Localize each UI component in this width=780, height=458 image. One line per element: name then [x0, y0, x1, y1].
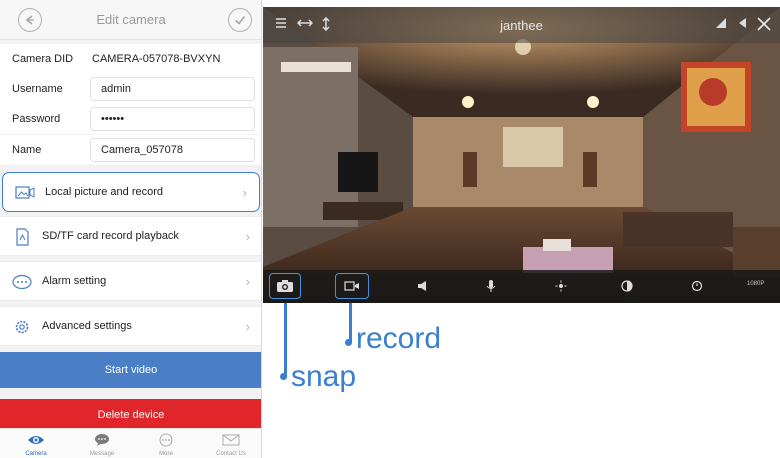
tab-contact-us[interactable]: Contact Us	[205, 433, 257, 458]
password-field[interactable]	[90, 107, 255, 131]
camera-tab-icon	[10, 433, 62, 449]
username-row: Username	[0, 74, 261, 104]
check-icon	[234, 16, 246, 25]
gear-icon	[12, 318, 32, 336]
microphone-button[interactable]	[477, 275, 505, 297]
menu-local-picture-record[interactable]: Local picture and record ›	[2, 172, 260, 212]
snap-button[interactable]	[269, 273, 301, 299]
live-video-feed	[263, 7, 780, 303]
bottom-tab-bar: Camera Message More Contact Us	[0, 428, 261, 458]
microphone-icon	[486, 280, 496, 292]
delete-device-button[interactable]: Delete device	[0, 399, 261, 431]
snap-callout-label: snap	[291, 360, 357, 393]
menu-local-label: Local picture and record	[45, 186, 164, 198]
record-callout-label: record	[356, 322, 442, 355]
brightness-button[interactable]	[547, 275, 575, 297]
camera-name: janthee	[500, 18, 543, 33]
password-row: Password	[0, 104, 261, 134]
speaker-icon	[418, 281, 426, 291]
tab-more-label: More	[159, 451, 173, 457]
tab-contact-label: Contact Us	[216, 451, 246, 457]
chevron-right-icon: ›	[245, 229, 250, 244]
menu-advanced-settings[interactable]: Advanced settings ›	[0, 306, 261, 346]
page-title: Edit camera	[96, 12, 166, 27]
phone-panel: Edit camera Camera DID Username Password…	[0, 0, 262, 458]
video-control-bar: 1080P	[263, 270, 780, 303]
close-icon[interactable]	[757, 17, 771, 31]
menu-sd-label: SD/TF card record playback	[42, 230, 179, 242]
chevron-right-icon: ›	[245, 319, 250, 334]
reset-button[interactable]	[683, 275, 711, 297]
menu-alarm-setting[interactable]: Alarm setting ›	[0, 261, 261, 301]
camera-did-row: Camera DID	[0, 44, 261, 74]
menu-sd-card-playback[interactable]: SD/TF card record playback ›	[0, 216, 261, 256]
contact-icon	[205, 433, 257, 449]
phone-header: Edit camera	[0, 0, 261, 40]
live-video-panel[interactable]: janthee 1080P	[263, 7, 780, 303]
more-icon	[140, 433, 192, 449]
snap-callout-dot	[280, 373, 287, 380]
camera-icon	[277, 280, 293, 292]
contrast-icon	[621, 280, 633, 292]
snap-callout-line	[284, 303, 287, 377]
username-field[interactable]	[90, 77, 255, 101]
contrast-button[interactable]	[613, 275, 641, 297]
chevron-right-icon: ›	[245, 274, 250, 289]
quality-toggle[interactable]: 1080P	[747, 281, 764, 287]
record-callout-line	[349, 303, 352, 343]
tab-camera-label: Camera	[25, 451, 47, 457]
brightness-icon	[555, 280, 567, 292]
tab-message[interactable]: Message	[76, 433, 128, 458]
alarm-icon	[12, 273, 32, 291]
chevron-right-icon: ›	[242, 185, 247, 200]
video-top-bar: janthee	[263, 7, 780, 43]
name-label: Name	[12, 144, 42, 156]
password-label: Password	[12, 113, 61, 125]
picture-icon	[15, 184, 35, 202]
video-record-icon	[344, 281, 359, 291]
volume-icon[interactable]	[737, 17, 747, 29]
record-callout-dot	[345, 339, 352, 346]
name-field[interactable]	[90, 138, 255, 162]
message-icon	[76, 433, 128, 449]
menu-alarm-label: Alarm setting	[42, 275, 107, 287]
tab-more[interactable]: More	[140, 433, 192, 458]
name-row: Name	[0, 135, 261, 165]
start-video-button[interactable]: Start video	[0, 352, 261, 388]
menu-advanced-label: Advanced settings	[42, 320, 132, 332]
tab-camera[interactable]: Camera	[10, 433, 62, 458]
signal-icon	[715, 17, 727, 29]
record-button[interactable]	[335, 273, 369, 299]
camera-did-field[interactable]	[84, 47, 249, 71]
confirm-button[interactable]	[228, 8, 252, 32]
camera-did-label: Camera DID	[12, 53, 74, 65]
tab-message-label: Message	[89, 451, 115, 457]
speaker-button[interactable]	[409, 275, 437, 297]
sd-card-icon	[12, 228, 32, 246]
reset-icon	[691, 280, 703, 292]
username-label: Username	[12, 83, 63, 95]
